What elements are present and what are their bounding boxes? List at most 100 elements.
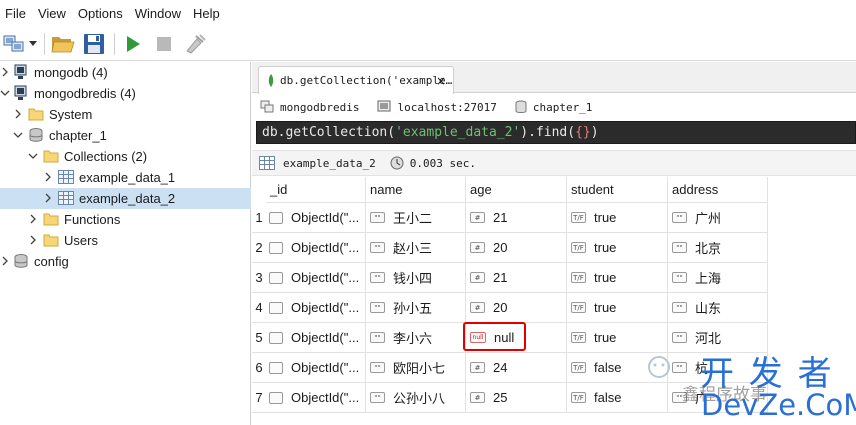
table-cell-id[interactable]: ObjectId("... [266,233,366,263]
chevron-right-icon[interactable] [43,193,53,203]
table-cell-name[interactable]: "" 赵小三 [366,233,466,263]
chevron-right-icon[interactable] [43,172,53,182]
chevron-right-icon[interactable] [0,67,10,77]
table-cell-id[interactable]: ObjectId("... [266,353,366,383]
column-header-name[interactable]: name [366,177,466,203]
menu-file[interactable]: File [0,0,33,28]
chevron-down-icon[interactable] [13,130,23,140]
table-cell-address[interactable]: "" 北京 [668,233,768,263]
chevron-right-icon[interactable] [28,235,38,245]
tree-item-collections-2[interactable]: Collections (2) [0,146,251,167]
connect-dropdown[interactable] [28,31,38,57]
table-view-icon [259,156,275,170]
table-cell-name[interactable]: "" 公孙小八 [366,383,466,413]
table-cell-address[interactable]: "" 上海 [668,263,768,293]
table-cell-student[interactable]: T/F true [567,293,668,323]
query-collection-arg: 'example_data_2' [395,125,521,140]
column-header-id[interactable]: _id [266,177,366,203]
cell-value: 王小二 [393,211,433,226]
menu-options[interactable]: Options [73,0,130,28]
table-cell-age[interactable]: #21 [466,263,567,293]
tree-item-example-data-2[interactable]: example_data_2 [0,188,251,209]
format-button[interactable] [182,31,208,57]
column-header-student[interactable]: student [567,177,668,203]
table-cell-id[interactable]: ObjectId("... [266,293,366,323]
cell-value: 公孙小八 [393,391,446,406]
table-cell-age[interactable]: #25 [466,383,567,413]
connection-server: mongodbredis [260,100,359,114]
table-cell-age[interactable]: null null [466,323,567,353]
stop-button[interactable] [151,31,177,57]
cell-value: true [594,330,617,345]
query-method: ).find( [520,125,576,140]
column-header-address[interactable]: address [668,177,768,203]
table-cell-name[interactable]: "" 孙小五 [366,293,466,323]
menu-help[interactable]: Help [188,0,227,28]
number-type-icon: # [470,362,485,373]
menu-window[interactable]: Window [130,0,188,28]
tree-item-mongodbredis-4[interactable]: mongodbredis (4) [0,83,251,104]
table-cell-age[interactable]: #20 [466,233,567,263]
run-button[interactable] [120,31,146,57]
table-cell-name[interactable]: "" 欧阳小七 [366,353,466,383]
table-cell-name[interactable]: "" 王小二 [366,203,466,233]
row-number: 2 [252,233,266,263]
table-cell-address[interactable]: "" 山东 [668,293,768,323]
table-cell-age[interactable]: #20 [466,293,567,323]
chevron-right-icon[interactable] [13,109,23,119]
table-cell-id[interactable]: ObjectId("... [266,263,366,293]
tree-item-users[interactable]: Users [0,230,251,251]
table-cell-id[interactable]: ObjectId("... [266,323,366,353]
chevron-right-icon[interactable] [28,214,38,224]
table-cell-name[interactable]: "" 李小六 [366,323,466,353]
cell-value: true [594,300,617,315]
column-header-age[interactable]: age [466,177,567,203]
table-cell-id[interactable]: ObjectId("... [266,203,366,233]
string-type-icon: "" [370,242,385,253]
string-type-icon: "" [672,302,687,313]
watermark-domain: DevZe.CoM [701,388,856,422]
tree-item-example-data-1[interactable]: example_data_1 [0,167,251,188]
watermark: 开 发 者 鑫程序故事 DevZe.CoM [635,354,856,425]
table-cell-age[interactable]: #21 [466,203,567,233]
connect-icon [3,35,24,52]
open-button[interactable] [50,31,76,57]
clock-icon [390,156,404,170]
table-cell-student[interactable]: T/F true [567,233,668,263]
table-cell-age[interactable]: #24 [466,353,567,383]
cell-value: ObjectId("... [291,270,360,285]
tree-item-chapter-1[interactable]: chapter_1 [0,125,251,146]
table-cell-student[interactable]: T/F true [567,323,668,353]
table-cell-name[interactable]: "" 钱小四 [366,263,466,293]
tree-item-system[interactable]: System [0,104,251,125]
table-cell-address[interactable]: "" 河北 [668,323,768,353]
row-number: 1 [252,203,266,233]
connect-button[interactable] [2,31,26,57]
chevron-right-icon[interactable] [0,256,10,266]
tab-close-icon[interactable]: × [436,74,446,88]
tree-item-mongodb-4[interactable]: mongodb (4) [0,62,251,83]
format-icon [186,34,206,54]
cell-value: ObjectId("... [291,300,360,315]
query-editor[interactable]: db.getCollection('example_data_2').find(… [256,121,856,144]
table-cell-student[interactable]: T/F true [567,203,668,233]
object-type-icon [269,241,283,254]
tree-item-label: example_data_2 [79,191,176,206]
tree-item-functions[interactable]: Functions [0,209,251,230]
object-type-icon [269,361,283,374]
tree-item-config[interactable]: config [0,251,251,272]
table-cell-id[interactable]: ObjectId("... [266,383,366,413]
query-tab[interactable]: db.getCollection('example… × [258,66,454,94]
table-cell-address[interactable]: "" 广州 [668,203,768,233]
cell-value: 北京 [695,241,722,256]
chevron-down-icon[interactable] [28,151,38,161]
table-cell-student[interactable]: T/F true [567,263,668,293]
collection-icon [58,190,74,206]
menu-view[interactable]: View [33,0,73,28]
save-button[interactable] [81,31,107,57]
bool-type-icon: T/F [571,362,586,373]
query-tab-label: db.getCollection('example… [280,74,453,87]
tree-item-label: mongodb (4) [34,65,108,80]
bool-type-icon: T/F [571,272,586,283]
chevron-down-icon[interactable] [0,88,10,98]
